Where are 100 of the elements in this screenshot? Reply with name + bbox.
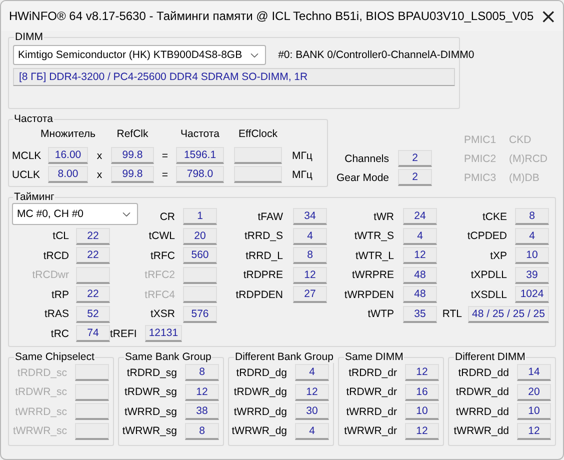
value-field: 2 — [398, 150, 432, 167]
timing-label: tWTR_L — [355, 250, 394, 262]
timing-label: tWRRD_dr — [346, 406, 397, 418]
timing-label: tRCDwr — [32, 269, 69, 281]
value-field: 52 — [76, 306, 110, 322]
value-field: 1024 — [515, 286, 549, 303]
timing-label: tXSR — [150, 308, 175, 320]
pmic-value: CKD — [509, 134, 532, 146]
module-dropdown[interactable]: Kimtigo Semiconductor (HK) KTB900D4S8-8GB — [13, 45, 266, 65]
value-field: 22 — [76, 228, 110, 244]
value-field: 74 — [76, 325, 110, 342]
value-field: 48 / 25 / 25 / 25 — [468, 306, 549, 322]
column-header: Множитель — [40, 128, 96, 140]
timing-label: tRDRD_dg — [236, 366, 287, 378]
timing-label: tRDPDEN — [236, 288, 283, 300]
timing-label: tRDRD_dr — [348, 366, 397, 378]
value-field: 12 — [517, 422, 551, 440]
value-field: 27 — [293, 286, 327, 303]
timing-label: tRP — [51, 288, 69, 300]
timing-label: tWRRD_sc — [15, 406, 67, 418]
value-field: 34 — [293, 208, 327, 225]
close-button[interactable]: × — [534, 1, 563, 31]
timing-label: tREFI — [110, 328, 137, 340]
group-title: Different Bank Group — [234, 351, 334, 363]
timing-label: tCPDED — [467, 230, 507, 242]
value-field — [183, 266, 217, 284]
channel-label: Channels — [344, 152, 390, 164]
value-field: 22 — [76, 247, 110, 264]
column-header: RefClk — [116, 128, 148, 140]
timing-label: tRFC2 — [144, 269, 175, 281]
group-title: Частота — [13, 113, 54, 125]
value-field — [75, 384, 109, 400]
timing-label: tWRRD_dd — [456, 406, 509, 418]
value-field: 10 — [515, 247, 549, 264]
timing-label: tWRWR_sg — [122, 425, 177, 437]
value-field: 798.0 — [176, 166, 224, 183]
timing-label: tRFC4 — [144, 288, 175, 300]
value-field: 4 — [403, 228, 437, 244]
clock-label: UCLK — [12, 168, 42, 180]
timing-label: tRDWR_sg — [124, 386, 177, 398]
value-field: 16.00 — [48, 147, 88, 164]
timing-label: tWTP — [368, 308, 394, 320]
value-field: 4 — [515, 228, 549, 244]
value-field: 4 — [293, 228, 327, 244]
value-field: 10 — [405, 403, 439, 420]
timing-label: tWRPDEN — [344, 288, 394, 300]
channel-label: Gear Mode — [336, 172, 390, 184]
timing-label: tRAS — [44, 308, 69, 320]
timing-label: tWRWR_dg — [232, 425, 287, 437]
timing-label: tWTR_S — [354, 230, 394, 242]
timing-label: tWR — [374, 210, 394, 222]
timing-label: tXP — [490, 250, 507, 262]
timing-label: tCWL — [148, 230, 175, 242]
value-field: 39 — [515, 266, 549, 284]
value-field — [75, 364, 109, 381]
timing-label: tCKE — [482, 210, 507, 222]
timing-label: tRDWR_dr — [346, 386, 397, 398]
timing-label: tRRD_L — [246, 250, 283, 262]
timing-label: CR — [160, 210, 175, 222]
value-field: 24 — [403, 208, 437, 225]
value-field: 10 — [517, 403, 551, 420]
value-field: 20 — [517, 384, 551, 400]
column-header: EffClock — [238, 128, 278, 140]
value-field: 48 — [403, 286, 437, 303]
timing-label: tWRPRE — [352, 269, 394, 281]
timing-label: tWRRD_sg — [124, 406, 177, 418]
column-header: Частота — [180, 128, 220, 140]
unit-label: МГц — [292, 150, 314, 162]
value-field — [234, 166, 282, 183]
timing-label: tRFC — [150, 250, 175, 262]
value-field: 576 — [183, 306, 217, 322]
channel-dropdown[interactable]: MC #0, CH #0 — [12, 203, 138, 225]
value-field: 48 — [403, 266, 437, 284]
group-title: Same Bank Group — [124, 351, 212, 363]
group-title: Different DIMM — [454, 351, 526, 363]
timing-label: tXPDLL — [470, 269, 507, 281]
timing-label: tWRRD_dg — [234, 406, 287, 418]
value-field: 12 — [293, 266, 327, 284]
value-field: 99.8 — [111, 147, 154, 164]
timing-label: tRDWR_dg — [234, 386, 287, 398]
value-field: 1 — [183, 208, 217, 225]
value-field: 8 — [515, 208, 549, 225]
value-field: 12 — [403, 247, 437, 264]
value-field: 35 — [403, 306, 437, 322]
value-field: 12 — [185, 384, 219, 400]
value-field — [75, 403, 109, 420]
value-field — [75, 422, 109, 440]
equals-sign: = — [162, 168, 168, 180]
unit-label: МГц — [292, 168, 314, 180]
value-field: 4 — [295, 364, 329, 381]
value-field: 14 — [517, 364, 551, 381]
pmic-value: (M)RCD — [509, 152, 548, 164]
timing-label: tRDPRE — [243, 269, 283, 281]
value-field: 30 — [295, 403, 329, 420]
timing-label: tRDRD_sg — [126, 366, 177, 378]
timing-label: tRDWR_sc — [15, 386, 67, 398]
value-field — [234, 147, 282, 164]
timing-label: tRRD_S — [244, 230, 283, 242]
value-field: 12 — [295, 384, 329, 400]
clock-label: MCLK — [12, 150, 42, 162]
